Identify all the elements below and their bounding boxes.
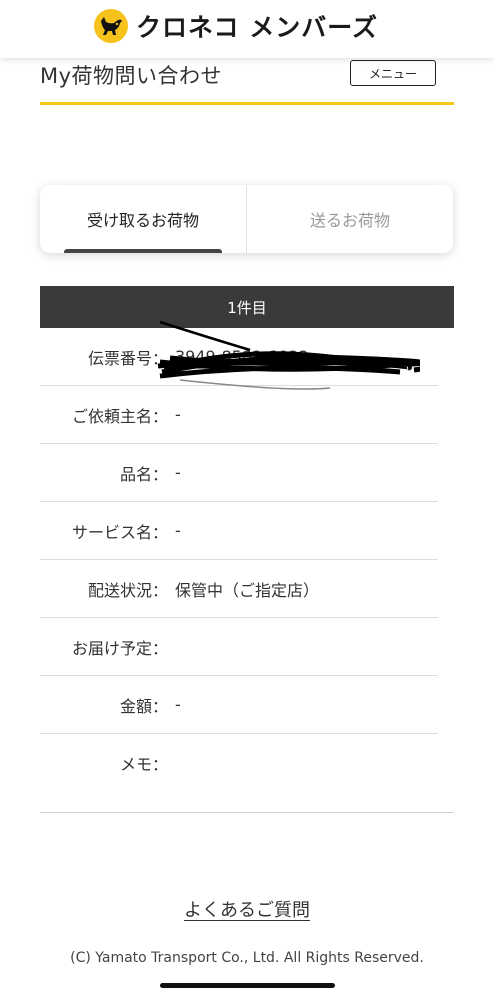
black-cat-logo-icon xyxy=(94,9,128,43)
row-item-name: 品名： - xyxy=(40,444,438,502)
copyright: (C) Yamato Transport Co., Ltd. All Right… xyxy=(70,950,424,966)
amount-label: 金額： xyxy=(119,696,168,716)
item-name-value: - xyxy=(175,463,181,482)
package-tabs: 受け取るお荷物 送るお荷物 xyxy=(40,185,453,253)
brand-name: クロネコ メンバーズ xyxy=(136,13,378,42)
delivery-schedule-label: お届け予定： xyxy=(71,638,168,658)
brand[interactable]: クロネコ メンバーズ xyxy=(94,8,378,44)
active-tab-indicator xyxy=(64,249,222,253)
sender-name-label: ご依頼主名： xyxy=(71,406,168,426)
card-header: 1件目 xyxy=(40,286,454,328)
home-indicator[interactable] xyxy=(160,983,335,988)
faq-link-label[interactable]: よくあるご質問 xyxy=(184,900,310,921)
delivery-status-value: 保管中（ご指定店） xyxy=(175,580,320,600)
package-detail-list: 伝票番号： 3949-8582-8022 ご依頼主名： - 品名： - サービス… xyxy=(40,328,438,791)
service-name-value: - xyxy=(175,521,181,540)
row-sender-name: ご依頼主名： - xyxy=(40,386,438,444)
tab-receiving[interactable]: 受け取るお荷物 xyxy=(40,185,246,253)
page-title-bar: My荷物問い合わせ メニュー xyxy=(40,58,454,105)
row-memo: メモ： xyxy=(40,734,438,791)
row-delivery-status: 配送状況： 保管中（ご指定店） xyxy=(40,560,438,618)
row-service-name: サービス名： - xyxy=(40,502,438,560)
tracking-number-label: 伝票番号： xyxy=(87,348,168,368)
page-title: My荷物問い合わせ xyxy=(40,64,223,88)
tab-receiving-label: 受け取るお荷物 xyxy=(86,211,199,230)
app-header: クロネコ メンバーズ xyxy=(0,0,494,58)
tab-sending-label: 送るお荷物 xyxy=(309,211,390,230)
row-tracking-number: 伝票番号： 3949-8582-8022 xyxy=(40,328,438,386)
row-amount: 金額： - xyxy=(40,676,438,734)
list-bottom-divider xyxy=(40,812,454,813)
tab-sending[interactable]: 送るお荷物 xyxy=(247,185,453,253)
sender-name-value: - xyxy=(175,405,181,424)
delivery-status-label: 配送状況： xyxy=(87,580,168,600)
row-delivery-schedule: お届け予定： xyxy=(40,618,438,676)
service-name-label: サービス名： xyxy=(71,522,168,542)
faq-link[interactable]: よくあるご質問 xyxy=(0,896,494,922)
memo-label: メモ： xyxy=(119,754,168,774)
amount-value: - xyxy=(175,695,181,714)
menu-button[interactable]: メニュー xyxy=(350,60,436,86)
item-name-label: 品名： xyxy=(119,464,168,484)
tracking-number-value[interactable]: 3949-8582-8022 xyxy=(175,328,309,385)
